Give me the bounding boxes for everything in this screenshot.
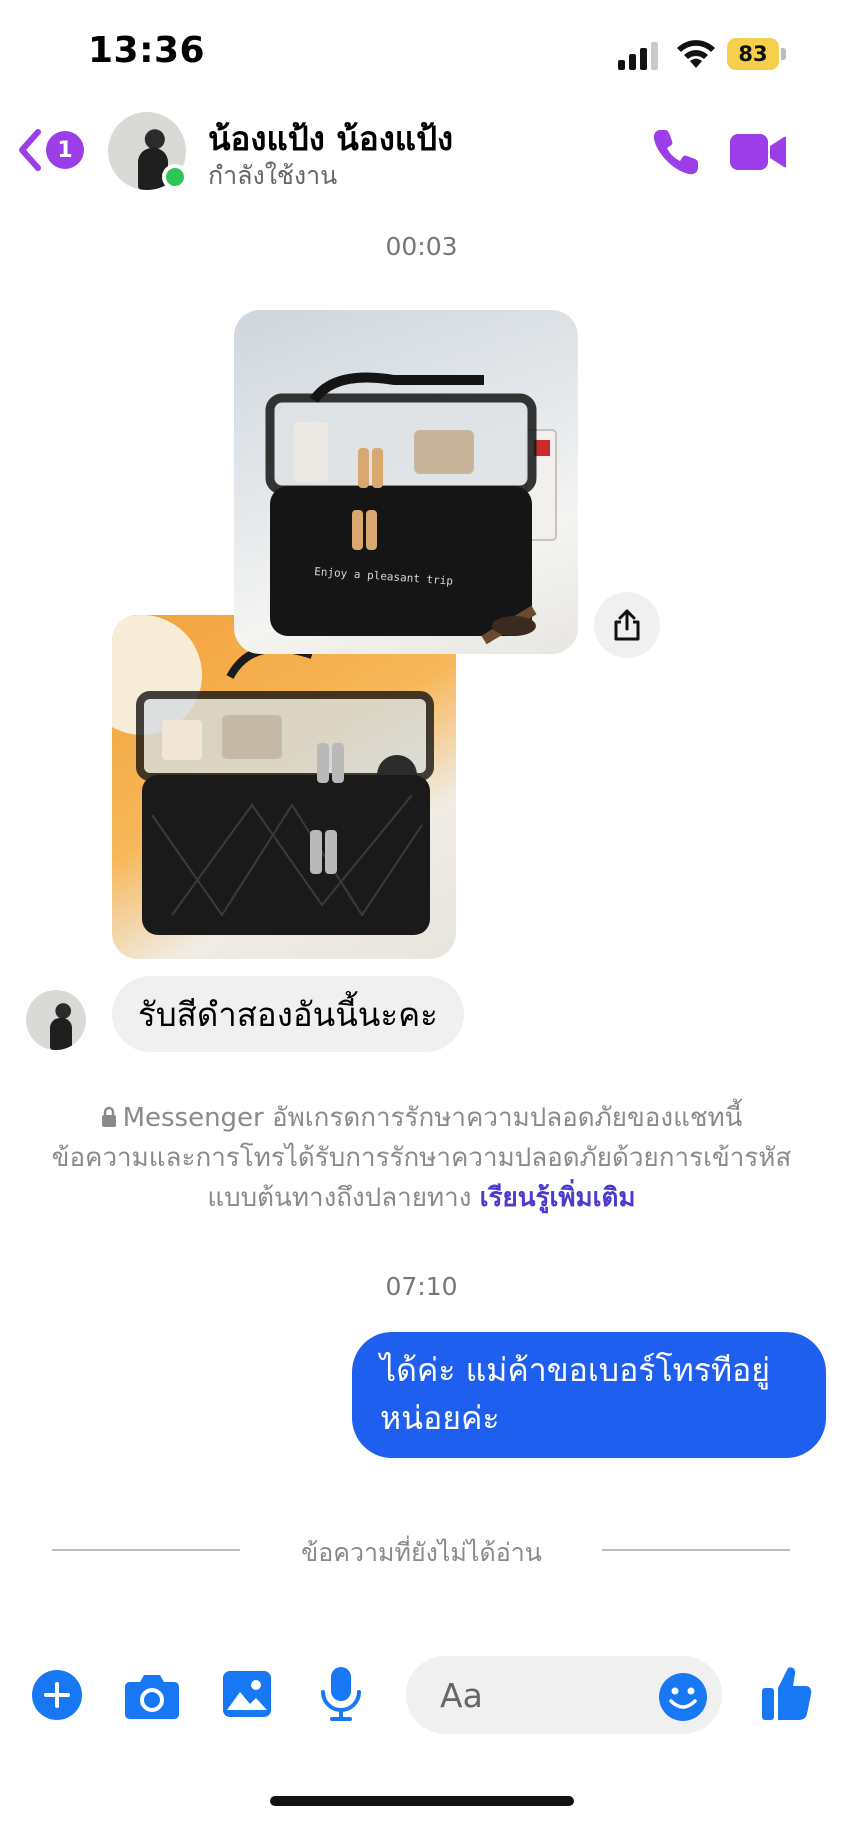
e2ee-line-3: แบบต้นทางถึงปลายทาง เรียนรู้เพิ่มเติม [30,1178,813,1218]
incoming-message[interactable]: รับสีดำสองอันนี้นะคะ [112,976,464,1052]
e2ee-line-3-text: แบบต้นทางถึงปลายทาง [207,1183,472,1213]
cosmetic-bag-illustration-2 [112,615,434,935]
share-button[interactable] [594,592,660,658]
video-camera-icon[interactable] [728,128,788,176]
e2ee-line-1: Messenger อัพเกรดการรักษาความปลอดภัยของแ… [30,1098,813,1138]
e2ee-line-1-text: Messenger อัพเกรดการรักษาความปลอดภัยของแ… [122,1103,743,1133]
learn-more-link[interactable]: เรียนรู้เพิ่มเติม [480,1183,636,1213]
back-chevron-icon [19,129,41,171]
cosmetic-bag-illustration-1: Enjoy a pleasant trip [265,372,557,645]
divider-line-right [602,1549,790,1551]
home-indicator [270,1796,574,1806]
battery-level: 83 [727,38,779,70]
phone-icon[interactable] [650,126,702,178]
unread-count-badge: 1 [46,131,84,169]
lock-icon [101,1106,116,1127]
timestamp: 00:03 [385,232,458,261]
e2ee-line-2: ข้อความและการโทรได้รับการรักษาความปลอดภั… [51,1143,792,1173]
unread-messages-divider: ข้อความที่ยังไม่ได้อ่าน [301,1538,542,1567]
timestamp: 07:10 [385,1272,458,1301]
image-icon[interactable] [222,1670,272,1718]
share-icon [614,609,640,641]
outgoing-message-line-2: หน่อยค่ะ [380,1399,500,1437]
emoji-icon[interactable] [658,1672,708,1722]
status-time: 13:36 [88,30,206,71]
product-photo-2[interactable] [112,615,456,959]
battery-indicator: 83 [727,38,786,70]
contact-status: กำลังใช้งาน [208,161,338,190]
plus-icon[interactable] [32,1670,82,1720]
cellular-signal-icon [618,42,658,70]
outgoing-message[interactable]: ได้ค่ะ แม่ค้าขอเบอร์โทรทีอยู่ หน่อยค่ะ [352,1332,826,1458]
sender-avatar[interactable] [26,990,86,1050]
product-photo-1[interactable]: Enjoy a pleasant trip [234,310,578,654]
online-status-dot [162,164,188,190]
camera-icon[interactable] [124,1670,180,1720]
thumbs-up-icon[interactable] [760,1664,812,1722]
back-button[interactable]: 1 [16,126,84,174]
microphone-icon[interactable] [320,1666,362,1722]
e2ee-notice: Messenger อัพเกรดการรักษาความปลอดภัยของแ… [30,1098,813,1218]
wifi-icon [677,40,715,68]
outgoing-message-line-1: ได้ค่ะ แม่ค้าขอเบอร์โทรทีอยู่ [380,1351,771,1389]
